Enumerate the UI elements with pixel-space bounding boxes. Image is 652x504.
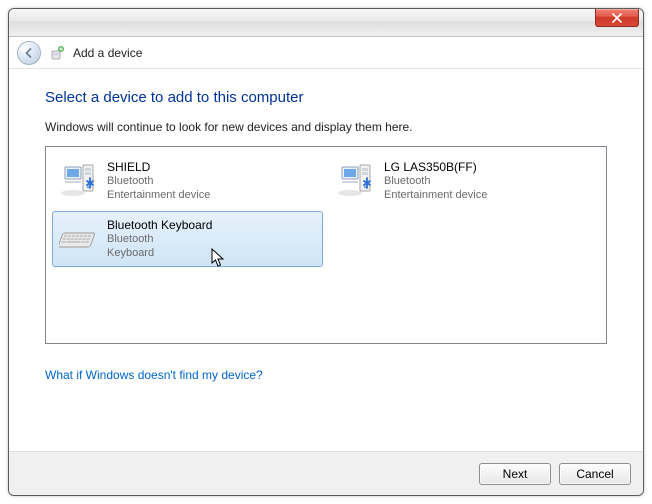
device-type: Bluetooth <box>384 175 487 189</box>
wizard-window: Add a device Select a device to add to t… <box>8 8 644 496</box>
desktop-icon <box>59 159 99 203</box>
header-bar: Add a device <box>9 37 643 69</box>
cursor-icon <box>211 248 225 268</box>
device-name: LG LAS350B(FF) <box>384 160 487 175</box>
device-item-shield[interactable]: SHIELD Bluetooth Entertainment device <box>52 153 323 209</box>
heading: Select a device to add to this computer <box>45 89 607 106</box>
footer: Next Cancel <box>9 451 643 495</box>
device-wizard-icon <box>49 45 65 61</box>
device-category: Entertainment device <box>384 189 487 203</box>
back-button[interactable] <box>17 41 41 65</box>
device-category: Keyboard <box>107 247 212 261</box>
device-type: Bluetooth <box>107 233 212 247</box>
device-list: SHIELD Bluetooth Entertainment device <box>45 146 607 344</box>
desktop-icon <box>336 159 376 203</box>
arrow-left-icon <box>23 47 35 59</box>
keyboard-icon <box>59 217 99 261</box>
device-type: Bluetooth <box>107 175 210 189</box>
content-area: Select a device to add to this computer … <box>9 69 643 451</box>
cancel-button[interactable]: Cancel <box>559 463 631 485</box>
device-name: Bluetooth Keyboard <box>107 218 212 233</box>
device-info: SHIELD Bluetooth Entertainment device <box>107 160 210 203</box>
close-icon <box>612 13 622 23</box>
device-category: Entertainment device <box>107 189 210 203</box>
device-name: SHIELD <box>107 160 210 175</box>
device-item-keyboard[interactable]: Bluetooth Keyboard Bluetooth Keyboard <box>52 211 323 267</box>
help-link[interactable]: What if Windows doesn't find my device? <box>45 368 607 382</box>
device-info: Bluetooth Keyboard Bluetooth Keyboard <box>107 218 212 261</box>
next-button[interactable]: Next <box>479 463 551 485</box>
device-info: LG LAS350B(FF) Bluetooth Entertainment d… <box>384 160 487 203</box>
page-title: Add a device <box>73 46 142 60</box>
titlebar <box>9 9 643 37</box>
close-button[interactable] <box>595 9 639 27</box>
device-item-lg[interactable]: LG LAS350B(FF) Bluetooth Entertainment d… <box>329 153 600 209</box>
subtext: Windows will continue to look for new de… <box>45 120 607 134</box>
